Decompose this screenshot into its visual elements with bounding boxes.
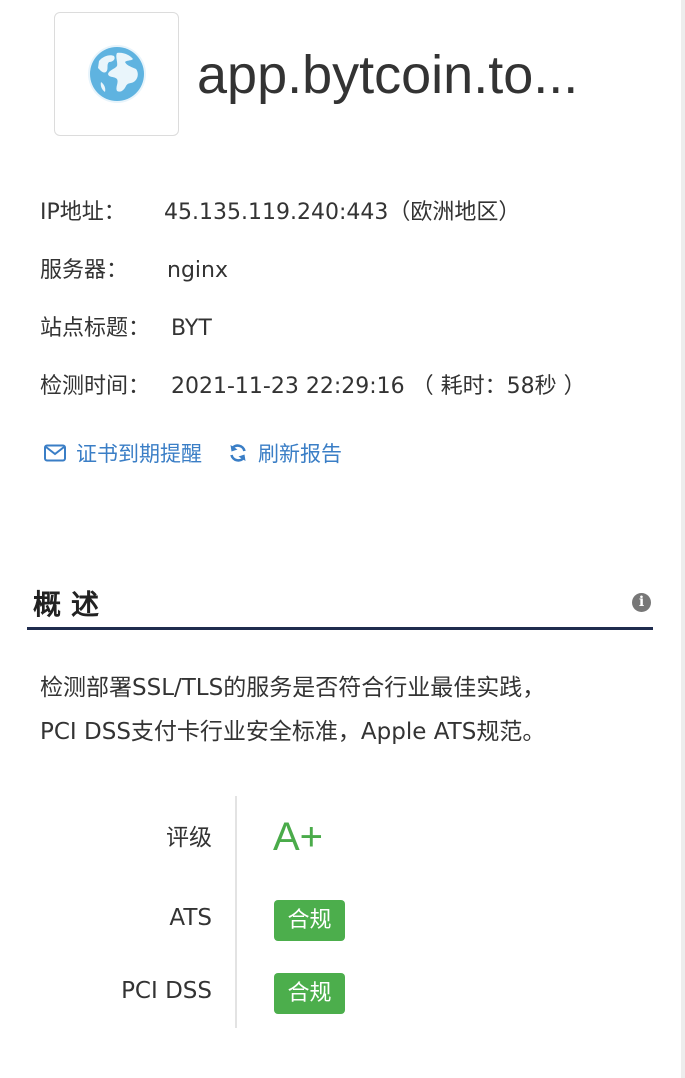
ats-status-badge: 合规 [274, 900, 345, 941]
grade-label: 评级 [166, 825, 212, 851]
grade-value: A+ [273, 815, 324, 859]
report-actions: 证书到期提醒 刷新报告 [44, 438, 342, 468]
refresh-report-link[interactable]: 刷新报告 [228, 438, 342, 468]
server-label: 服务器： [40, 258, 129, 283]
ip-label: IP地址： [40, 200, 126, 225]
globe-icon [87, 45, 146, 103]
pci-dss-label: PCI DSS [121, 978, 212, 1004]
site-title-value: BYT [171, 316, 212, 341]
cert-reminder-label: 证书到期提醒 [76, 442, 202, 466]
site-title-label: 站点标题： [40, 316, 151, 341]
server-value: nginx [167, 258, 228, 283]
refresh-report-label: 刷新报告 [258, 442, 342, 466]
section-divider [27, 627, 653, 630]
overview-line-2: PCI DSS支付卡行业安全标准，Apple ATS规范。 [40, 719, 546, 745]
check-time-value: 2021-11-23 22:29:16 （ 耗时：58秒 ） [171, 374, 586, 399]
overview-title: 概述 [33, 588, 110, 621]
site-title-row: 站点标题： BYT [40, 313, 212, 345]
site-logo [54, 12, 179, 136]
ip-row: IP地址： 45.135.119.240:443（欧洲地区） [40, 197, 520, 229]
check-time-label: 检测时间： [40, 374, 151, 399]
cert-reminder-link[interactable]: 证书到期提醒 [44, 438, 202, 468]
site-host-title: app.bytcoin.to... [197, 45, 579, 105]
right-edge-border [681, 0, 685, 1078]
overview-line-1: 检测部署SSL/TLS的服务是否符合行业最佳实践， [40, 675, 546, 701]
pci-dss-status-badge: 合规 [274, 973, 345, 1014]
overview-description: 检测部署SSL/TLS的服务是否符合行业最佳实践， PCI DSS支付卡行业安全… [40, 666, 660, 754]
ip-value: 45.135.119.240:443（欧洲地区） [164, 200, 521, 225]
refresh-icon [230, 444, 246, 462]
check-time-row: 检测时间： 2021-11-23 22:29:16 （ 耗时：58秒 ） [40, 371, 586, 403]
info-icon[interactable]: i [632, 593, 651, 612]
server-row: 服务器： nginx [40, 255, 228, 287]
ats-label: ATS [169, 905, 212, 931]
envelope-icon [44, 444, 66, 462]
results-divider [235, 796, 237, 1028]
